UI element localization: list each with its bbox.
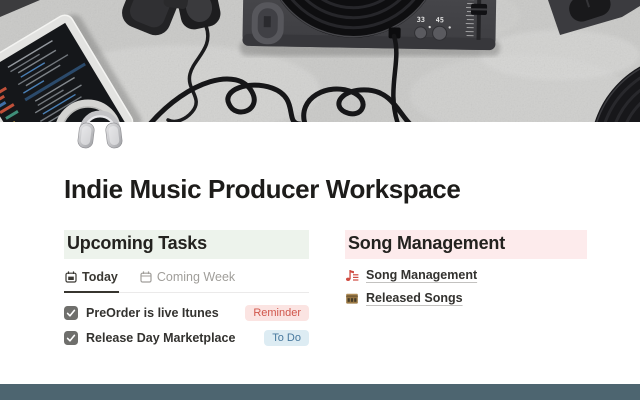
- calendar-icon: [140, 271, 152, 283]
- upcoming-tasks-column: Upcoming Tasks Today: [64, 230, 309, 346]
- task-row: Release Day Marketplace To Do: [64, 330, 309, 346]
- song-management-link[interactable]: Song Management: [366, 268, 477, 282]
- two-column-layout: Upcoming Tasks Today: [64, 230, 587, 346]
- calendar-icon: [65, 271, 77, 283]
- task-checkbox-checked[interactable]: [64, 331, 78, 345]
- page-body: Indie Music Producer Workspace Upcoming …: [64, 122, 587, 346]
- released-songs-link[interactable]: Released Songs: [366, 291, 463, 305]
- music-score-icon: [345, 268, 359, 282]
- song-management-heading: Song Management: [345, 230, 587, 259]
- page-link-row[interactable]: Song Management: [345, 268, 587, 282]
- checkmark-icon: [66, 333, 76, 343]
- card-file-box-icon: [345, 291, 359, 305]
- upcoming-tasks-heading: Upcoming Tasks: [64, 230, 309, 259]
- task-checkbox-checked[interactable]: [64, 306, 78, 320]
- task-link[interactable]: Release Day Marketplace: [86, 331, 256, 345]
- tab-today-label: Today: [82, 270, 118, 284]
- status-badge: Reminder: [245, 305, 309, 321]
- tab-today[interactable]: Today: [64, 268, 119, 293]
- bottom-bar: [0, 384, 640, 400]
- tab-coming-week[interactable]: Coming Week: [139, 268, 236, 292]
- turntable-speed-45-label: 45: [436, 16, 445, 24]
- page-link-row[interactable]: Released Songs: [345, 291, 587, 305]
- page-title[interactable]: Indie Music Producer Workspace: [64, 174, 587, 205]
- task-row: PreOrder is live Itunes Reminder: [64, 305, 309, 321]
- status-badge: To Do: [264, 330, 309, 346]
- song-management-column: Song Management Song Management: [345, 230, 587, 346]
- checkmark-icon: [66, 308, 76, 318]
- turntable-speed-33-label: 33: [417, 16, 426, 24]
- task-tabs: Today Coming Week: [64, 268, 309, 293]
- task-link[interactable]: PreOrder is live Itunes: [86, 306, 237, 320]
- tab-coming-week-label: Coming Week: [157, 270, 235, 284]
